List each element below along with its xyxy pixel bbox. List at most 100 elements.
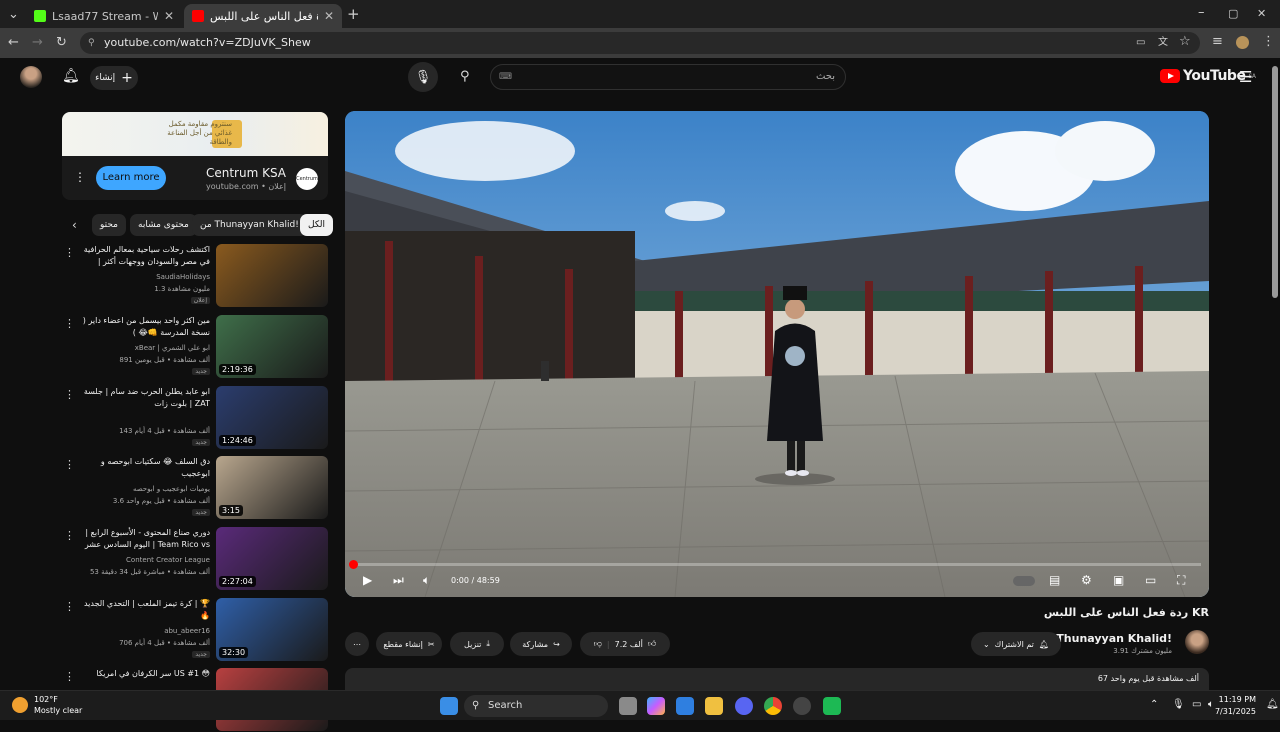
video-thumbnail[interactable]: 3:15 [216,456,328,519]
tab-search-icon[interactable]: ⌄ [8,8,19,22]
minimize-icon[interactable]: – [1198,6,1205,20]
chip-all[interactable]: الكل [300,214,334,236]
windows-start-icon[interactable] [440,697,458,715]
more-options-icon[interactable]: ⋮ [64,529,75,542]
channel-name[interactable]: SaudiaHolidays [156,273,210,281]
video-thumbnail[interactable] [216,244,328,307]
window-close-icon[interactable]: ✕ [1257,7,1266,21]
weather-icon[interactable] [12,697,28,713]
settings-gear-icon[interactable]: ⚙ [1081,573,1092,587]
video-thumbnail[interactable]: 2:27:04 [216,527,328,590]
url-field[interactable]: ⚲ youtube.com/watch?v=ZDJuVK_Shew [80,32,1200,54]
more-options-icon[interactable]: ⋮ [64,388,75,401]
file-explorer-icon[interactable] [705,697,723,715]
video-title[interactable]: ابو عابد يطلن الحرب ضد سام | جلسة بلوت ز… [80,386,210,410]
create-button[interactable]: إنشاء + [90,66,138,90]
subscribed-button[interactable]: ⌄ تم الاشتراك 🔔︎ [971,632,1061,656]
clip-button[interactable]: إنشاء مقطع ✂ [376,632,442,656]
list-item[interactable]: 3:15 دق السلف 😂 سكتيات ابوحصه و ابوعجيب يو… [62,456,328,520]
channel-avatar[interactable] [1185,630,1209,654]
list-item[interactable]: 1:24:46 ابو عابد يطلن الحرب ضد سام | جلسة… [62,386,328,450]
system-clock[interactable]: 11:19 PM 7/31/2025 [1215,694,1256,718]
list-item[interactable]: 32:30 كرة تيمز الملعب | التحدي الجديد | 🏆… [62,598,328,662]
video-player[interactable]: ▶ ⏭︎ 🔈︎ 0:00 / 48:59 ▤ ⚙ ▣ ▭ ⛶ [345,111,1209,597]
network-icon[interactable]: ▭ [1192,699,1201,710]
channel-name[interactable]: Content Creator League [126,556,210,564]
list-item[interactable]: 2:19:36 مين اكثر واحد بيسمل من اعضاء داير… [62,315,328,379]
more-options-icon[interactable]: ⋮ [64,458,75,471]
more-actions-button[interactable]: ⋯ [345,632,369,656]
scrubber-handle[interactable] [349,560,358,569]
tab-youtube[interactable]: ردة فعل الناس على اللبس KR ✕ [184,4,342,28]
more-options-icon[interactable]: ⋮ [64,670,75,683]
next-icon[interactable]: ⏭︎ [393,573,404,588]
learn-more-button[interactable]: Learn more [96,166,166,190]
translate-icon[interactable]: 文 [1158,36,1168,50]
new-tab-icon[interactable]: + [347,7,360,22]
channel-name[interactable]: يوميات ابوعجيب و ابوحصه [133,485,210,493]
download-button[interactable]: تنزيل ⤓ [450,632,504,656]
video-thumbnail[interactable]: 32:30 [216,598,328,661]
reload-icon[interactable]: ↻ [56,36,67,50]
green-app-icon[interactable] [823,697,841,715]
keyboard-icon[interactable]: ⌨ [499,65,512,89]
tray-chevron-icon[interactable]: ⌃ [1150,699,1158,710]
progress-bar[interactable] [349,560,1201,569]
channel-name[interactable]: xBear | ابو علي الشمري [135,344,210,352]
like-icon[interactable]: 👍︎ [648,639,656,649]
list-item[interactable]: اكتشف رحلات سياحية بمعالم الحرافية في مص… [62,244,328,308]
video-title[interactable]: مين اكثر واحد بيسمل من اعضاء داير ( نسخة… [80,315,210,339]
chips-left-arrow-icon[interactable]: ‹ [72,218,77,232]
discord-icon[interactable] [735,697,753,715]
chip-from-channel[interactable]: من Thunayyan Khalid! [192,214,307,236]
channel-name[interactable]: abu_abeer16 [164,627,210,635]
notifications-bell-icon[interactable]: 🔔︎ [62,68,80,84]
page-scrollbar[interactable] [1270,58,1280,690]
miniplayer-icon[interactable]: ▣ [1113,573,1124,587]
volume-icon[interactable]: 🔈︎ [423,573,430,588]
chip-similar[interactable]: محتوى مشابه [130,214,197,236]
video-title[interactable]: دوري صناع المحتوى - الأسبوع الرابع | الي… [80,527,210,551]
dislike-icon[interactable]: 👎︎ [594,639,602,649]
close-icon[interactable]: ✕ [164,9,174,23]
more-options-icon[interactable]: ⋮ [64,246,75,259]
search-input[interactable]: ⌨ بحث [490,64,846,90]
back-icon[interactable]: ← [8,36,19,50]
bookmark-star-icon[interactable]: ☆ [1179,35,1191,49]
chip-more[interactable]: محتو [92,214,126,236]
scrollbar-thumb[interactable] [1272,66,1278,298]
list-item[interactable]: 2:27:04 دوري صناع المحتوى - الأسبوع الراب… [62,527,328,591]
channel-name[interactable]: ✔︎ Thunayyan Khalid! [1046,632,1172,645]
account-avatar[interactable] [20,66,42,88]
chrome-icon[interactable] [764,697,782,715]
ad-menu-icon[interactable]: ⋮ [74,170,86,184]
notification-icon[interactable]: 🔔︎ [1266,699,1279,710]
video-title[interactable]: سر الكرفان في امريكا US #1 😳 [80,668,210,680]
like-dislike-buttons[interactable]: 👎︎ | 7.2 ألف 👍︎ [580,632,670,656]
forward-icon[interactable]: → [32,36,43,50]
tab-kick[interactable]: Lsaad77 Stream - Watch Live o ✕ [26,4,182,28]
video-thumbnail[interactable]: 2:19:36 [216,315,328,378]
advertiser-logo[interactable]: Centrum [296,168,318,190]
browser-menu-icon[interactable]: ⋮ [1262,35,1275,49]
ad-banner-image[interactable]: سنتروم مقاومة مكمل غذائي من أجل المناعة … [62,112,328,156]
subtitles-icon[interactable]: ▤ [1049,573,1060,587]
more-options-icon[interactable]: ⋮ [64,600,75,613]
search-icon[interactable]: ⚲ [460,69,470,84]
cast-icon[interactable]: ▭ [1136,36,1145,50]
volume-tray-icon[interactable]: 🔈︎ [1208,699,1214,710]
profile-avatar[interactable] [1236,36,1249,49]
app-icon[interactable] [793,697,811,715]
description-box[interactable]: 67 ألف مشاهدة قبل يوم واحد [345,668,1209,690]
voice-search-button[interactable]: 🎙︎ [408,62,438,92]
fullscreen-icon[interactable]: ⛶ [1177,573,1185,588]
close-icon[interactable]: ✕ [324,9,334,23]
site-info-icon[interactable]: ⚲ [88,32,95,54]
video-thumbnail[interactable]: 1:24:46 [216,386,328,449]
play-icon[interactable]: ▶ [363,573,372,587]
video-title[interactable]: دق السلف 😂 سكتيات ابوحصه و ابوعجيب [80,456,210,480]
share-button[interactable]: مشاركة ↪ [510,632,572,656]
autoplay-toggle[interactable] [1013,576,1035,586]
weather-widget[interactable]: 102°F Mostly clear [34,694,82,716]
store-icon[interactable] [676,697,694,715]
